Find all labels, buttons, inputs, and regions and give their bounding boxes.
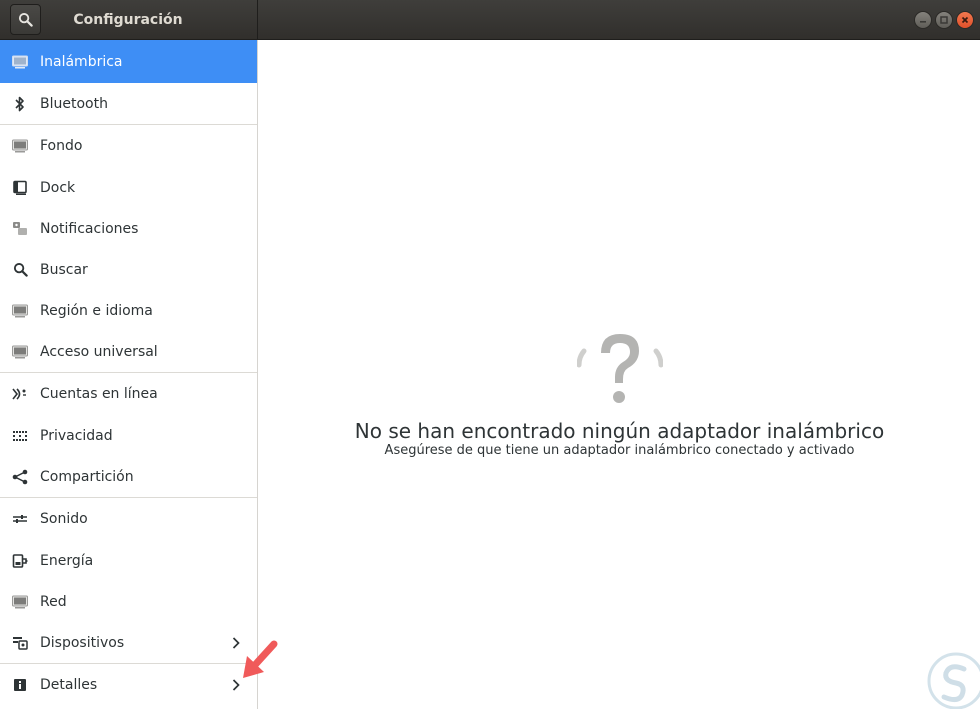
sidebar-item-privacidad[interactable]: Privacidad bbox=[0, 415, 257, 456]
sidebar-item-label: Red bbox=[40, 593, 67, 610]
sidebar-item-label: Privacidad bbox=[40, 427, 113, 444]
annotation-arrow-icon bbox=[243, 640, 278, 678]
details-icon bbox=[11, 676, 29, 694]
sidebar-item-region[interactable]: Región e idioma bbox=[0, 290, 257, 331]
minimize-icon bbox=[920, 21, 926, 23]
sidebar-item-label: Compartición bbox=[40, 468, 134, 485]
network-icon bbox=[11, 593, 29, 611]
close-button[interactable] bbox=[956, 11, 974, 29]
accessibility-icon bbox=[11, 343, 29, 361]
sound-icon bbox=[11, 510, 29, 528]
settings-window: Configuración Inalámbrica Bluetooth Fond… bbox=[0, 0, 980, 709]
sidebar-item-dock[interactable]: Dock bbox=[0, 167, 257, 208]
share-icon bbox=[11, 468, 29, 486]
window-title: Configuración bbox=[73, 12, 183, 28]
sidebar-item-dispositivos[interactable]: Dispositivos bbox=[0, 622, 257, 663]
maximize-button[interactable] bbox=[935, 11, 953, 29]
sidebar-item-label: Detalles bbox=[40, 677, 98, 693]
search-button[interactable] bbox=[10, 4, 41, 35]
sidebar-item-label: Sonido bbox=[40, 511, 88, 527]
sidebar-item-comparticion[interactable]: Compartición bbox=[0, 456, 257, 497]
sidebar-item-label: Dispositivos bbox=[40, 634, 125, 651]
sidebar: Inalámbrica Bluetooth Fondo Dock Notific… bbox=[0, 40, 258, 709]
sidebar-item-label: Buscar bbox=[40, 261, 88, 278]
sidebar-item-label: Fondo bbox=[40, 138, 83, 154]
search-icon bbox=[11, 261, 29, 279]
sidebar-item-inalambrica[interactable]: Inalámbrica bbox=[0, 40, 257, 83]
background-icon bbox=[11, 137, 29, 155]
titlebar: Configuración bbox=[0, 0, 980, 40]
empty-state-title: No se han encontrado ningún adaptador in… bbox=[354, 419, 885, 443]
region-icon bbox=[11, 302, 29, 320]
search-icon bbox=[18, 12, 33, 27]
watermark-logo bbox=[927, 652, 980, 709]
sidebar-item-acceso-universal[interactable]: Acceso universal bbox=[0, 331, 257, 372]
sidebar-item-label: Región e idioma bbox=[40, 302, 153, 319]
window-controls bbox=[914, 11, 974, 29]
devices-icon bbox=[11, 634, 29, 652]
sidebar-item-label: Notificaciones bbox=[40, 220, 139, 237]
sidebar-item-label: Bluetooth bbox=[40, 95, 108, 112]
sidebar-item-label: Acceso universal bbox=[40, 343, 158, 360]
sidebar-item-detalles[interactable]: Detalles bbox=[0, 664, 257, 706]
titlebar-sidebar-section: Configuración bbox=[0, 0, 258, 40]
sidebar-item-bluetooth[interactable]: Bluetooth bbox=[0, 83, 257, 124]
wireless-icon bbox=[11, 53, 29, 71]
minimize-button[interactable] bbox=[914, 11, 932, 29]
question-mark-icon bbox=[577, 334, 663, 403]
maximize-icon bbox=[940, 16, 948, 24]
bluetooth-icon bbox=[11, 95, 29, 113]
sidebar-item-energia[interactable]: Energía bbox=[0, 540, 257, 581]
sidebar-item-label: Energía bbox=[40, 552, 94, 569]
main-panel: No se han encontrado ningún adaptador in… bbox=[259, 40, 980, 709]
online-accounts-icon bbox=[11, 385, 29, 403]
sidebar-item-notificaciones[interactable]: Notificaciones bbox=[0, 208, 257, 249]
sidebar-item-label: Inalámbrica bbox=[40, 53, 123, 70]
close-icon bbox=[961, 16, 969, 24]
sidebar-item-sonido[interactable]: Sonido bbox=[0, 498, 257, 540]
power-icon bbox=[11, 552, 29, 570]
dock-icon bbox=[11, 179, 29, 197]
sidebar-item-buscar[interactable]: Buscar bbox=[0, 249, 257, 290]
notifications-icon bbox=[11, 220, 29, 238]
sidebar-item-label: Dock bbox=[40, 179, 76, 196]
empty-state-subtitle: Asegúrese de que tiene un adaptador inal… bbox=[384, 443, 855, 458]
privacy-icon bbox=[11, 427, 29, 445]
sidebar-item-label: Cuentas en línea bbox=[40, 386, 158, 402]
sidebar-item-cuentas-en-linea[interactable]: Cuentas en línea bbox=[0, 373, 257, 415]
sidebar-item-fondo[interactable]: Fondo bbox=[0, 125, 257, 167]
sidebar-item-red[interactable]: Red bbox=[0, 581, 257, 622]
